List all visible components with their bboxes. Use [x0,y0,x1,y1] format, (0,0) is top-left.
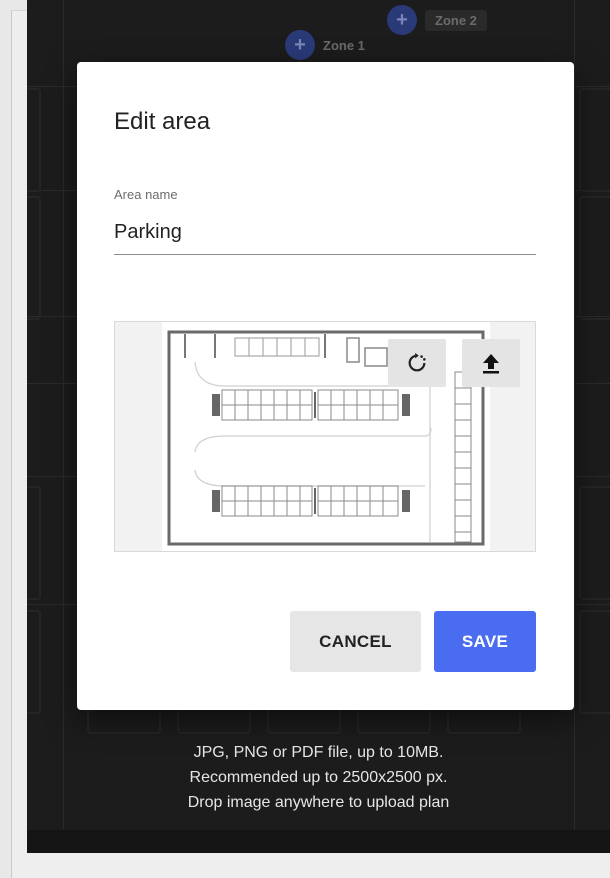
footer-bar [27,830,610,853]
cancel-button[interactable]: CANCEL [290,611,421,672]
add-icon: + [387,5,417,35]
upload-button[interactable] [462,339,520,387]
zone-marker[interactable]: + Zone 2 [387,5,487,35]
rotate-icon [408,352,426,372]
edit-area-dialog: Edit area Area name Parking CANCEL SAVE [77,62,574,710]
floor-plan-canvas[interactable]: + Zone 1 + Zone 2 JPG, PNG or PDF file, … [27,0,610,853]
zone-label: Zone 1 [323,37,365,53]
area-name-label: Area name [114,187,178,202]
upload-icon [483,354,499,374]
save-button[interactable]: SAVE [434,611,536,672]
zone-label: Zone 2 [425,9,487,31]
plan-preview [114,321,536,552]
area-name-input[interactable] [114,210,536,255]
help-line: Recommended up to 2500x2500 px. [189,769,448,786]
help-line: Drop image anywhere to upload plan [187,794,450,811]
add-icon: + [285,30,315,60]
zone-marker[interactable]: + Zone 1 [285,30,365,60]
help-line: JPG, PNG or PDF file, up to 10MB. [193,744,444,761]
upload-help-text: JPG, PNG or PDF file, up to 10MB. Recomm… [27,740,610,815]
rotate-button[interactable] [388,339,446,387]
dialog-title: Edit area [114,108,211,135]
